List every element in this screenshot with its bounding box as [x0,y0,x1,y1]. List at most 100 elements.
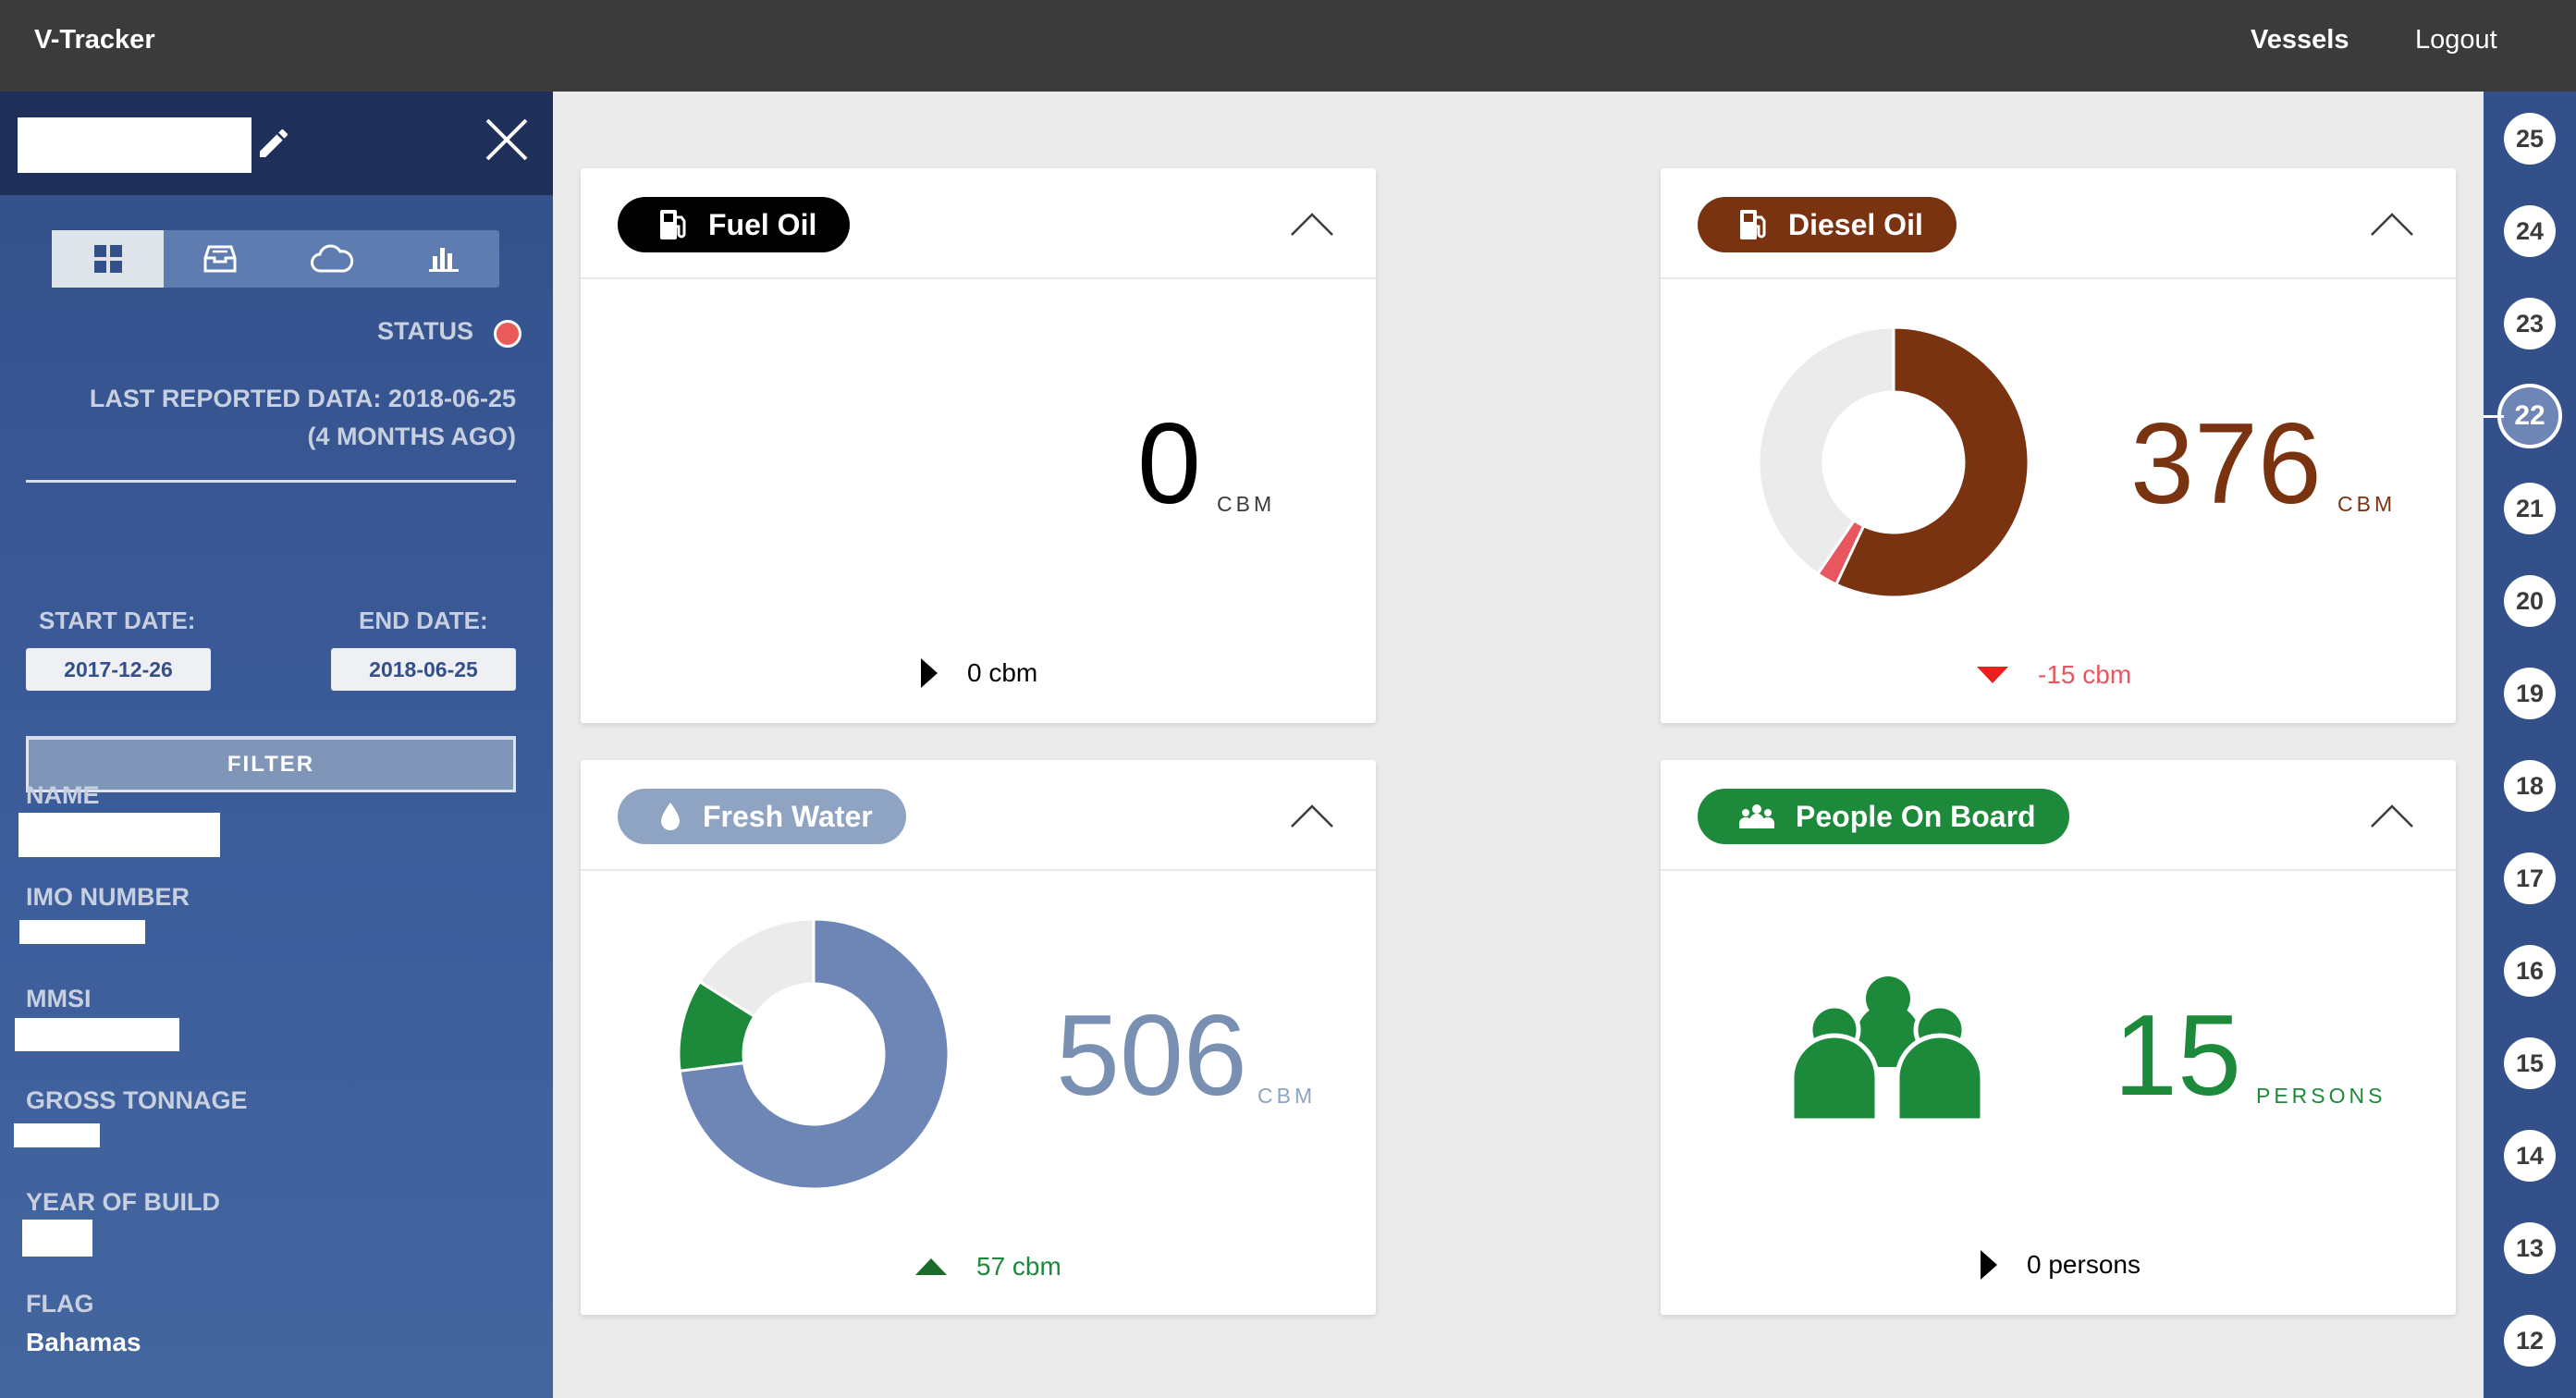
inbox-icon [203,245,236,273]
diesel-oil-pill: Diesel Oil [1698,197,1957,252]
tab-inbox[interactable] [164,230,276,288]
flag-value: Bahamas [26,1328,141,1356]
card-header: Fresh Water [581,760,1376,871]
people-on-board-title: People On Board [1796,799,2036,833]
triangle-down-icon [1975,665,2010,685]
diesel-oil-donut-chart [1759,327,2029,597]
last-reported-age: (4 MONTHS AGO) [307,423,517,450]
end-date-input[interactable] [331,648,516,691]
triangle-right-icon [919,656,939,690]
fresh-water-value: 506 [1056,992,1247,1120]
fuel-oil-unit: CBM [1217,492,1276,516]
chevron-up-icon[interactable] [2369,205,2415,242]
diesel-oil-delta: -15 cbm [1975,660,2131,690]
fuel-oil-card: Fuel Oil 0 CBM 0 cbm [581,168,1376,723]
timeline-day[interactable]: 22 [2497,384,2562,448]
start-date-label: START DATE: [39,607,196,634]
triangle-up-icon [914,1257,949,1277]
timeline-day[interactable]: 18 [2504,760,2556,812]
timeline-day[interactable]: 20 [2504,575,2556,627]
fuel-oil-delta: 0 cbm [919,656,1037,690]
group-icon [1738,803,1775,830]
bar-chart-icon [428,248,459,272]
water-drop-icon [658,801,682,832]
fresh-water-delta: 57 cbm [914,1252,1061,1282]
view-tabs [52,230,499,288]
diesel-oil-card: Diesel Oil 376 CBM -15 cbm [1661,168,2456,723]
year-of-build-label: YEAR OF BUILD [26,1188,221,1216]
people-on-board-card: People On Board 15 PERSONS 0 persons [1661,760,2456,1315]
timeline-day[interactable]: 24 [2504,205,2556,257]
timeline-day[interactable]: 25 [2504,113,2556,165]
people-on-board-delta: 0 persons [1979,1248,2141,1282]
cloud-icon [310,244,353,273]
mmsi-value [15,1018,179,1051]
tab-dashboard[interactable] [52,230,164,288]
fresh-water-donut-chart [679,919,949,1189]
sidebar-header [0,92,553,195]
timeline-day[interactable]: 14 [2504,1130,2556,1182]
tab-charts[interactable] [387,230,499,288]
end-date-label: END DATE: [359,607,488,634]
timeline-marker [2484,415,2504,418]
gross-tonnage-value [14,1123,100,1147]
people-on-board-value: 15 [2114,992,2241,1120]
fuel-oil-delta-text: 0 cbm [967,658,1038,687]
card-header: Fuel Oil [581,168,1376,279]
tab-weather[interactable] [276,230,387,288]
triangle-right-icon [1979,1248,1999,1282]
fresh-water-delta-text: 57 cbm [976,1252,1061,1281]
imo-label: IMO NUMBER [26,883,190,911]
chevron-up-icon[interactable] [2369,797,2415,834]
fuel-oil-value: 0 [1137,400,1201,528]
fuel-oil-title: Fuel Oil [708,207,817,241]
year-of-build-value [22,1220,92,1257]
chevron-up-icon[interactable] [1289,205,1335,242]
timeline-day[interactable]: 17 [2504,852,2556,904]
app-title[interactable]: V-Tracker [34,25,155,55]
name-label: NAME [26,781,100,809]
fresh-water-pill: Fresh Water [618,789,906,844]
timeline-day[interactable]: 19 [2504,668,2556,719]
filter-button[interactable]: FILTER [26,737,516,792]
imo-value [19,920,145,944]
timeline-day[interactable]: 13 [2504,1222,2556,1274]
vessel-sidebar: STATUS LAST REPORTED DATA: 2018-06-25 (4… [0,92,553,1398]
chevron-up-icon[interactable] [1289,797,1335,834]
close-icon[interactable] [483,116,531,164]
gross-tonnage-label: GROSS TONNAGE [26,1086,248,1114]
timeline-day[interactable]: 16 [2504,945,2556,997]
card-header: People On Board [1661,760,2456,871]
timeline-day[interactable]: 23 [2504,298,2556,350]
name-value [18,813,220,857]
fuel-oil-pill: Fuel Oil [618,197,851,252]
flag-label: FLAG [26,1290,94,1318]
nav-logout-link[interactable]: Logout [2415,25,2497,55]
nav-vessels-link[interactable]: Vessels [2251,25,2349,55]
status-label: STATUS [377,317,473,345]
timeline-day[interactable]: 21 [2504,483,2556,534]
fresh-water-unit: CBM [1257,1084,1317,1108]
diesel-oil-title: Diesel Oil [1788,207,1923,241]
divider [26,480,516,483]
fuel-pump-icon [1738,208,1768,241]
fresh-water-title: Fresh Water [703,799,873,833]
people-on-board-unit: PERSONS [2256,1084,2386,1108]
day-timeline: 25 24 23 22 21 20 19 18 17 16 15 14 13 12 [2484,92,2576,1398]
card-header: Diesel Oil [1661,168,2456,279]
vessel-name-input[interactable] [18,117,251,173]
diesel-oil-unit: CBM [2337,492,2397,516]
dashboard-icon [93,245,122,273]
fresh-water-card: Fresh Water 506 CBM 57 cbm [581,760,1376,1315]
timeline-day[interactable]: 15 [2504,1037,2556,1089]
start-date-input[interactable] [26,648,211,691]
mmsi-label: MMSI [26,985,92,1012]
people-on-board-delta-text: 0 persons [2027,1250,2141,1279]
diesel-oil-value: 376 [2130,400,2322,528]
last-reported-text: LAST REPORTED DATA: 2018-06-25 (4 MONTHS… [28,380,516,456]
timeline-day[interactable]: 12 [2504,1315,2556,1367]
fuel-pump-icon [658,208,688,241]
diesel-oil-delta-text: -15 cbm [2038,660,2132,689]
pencil-icon[interactable] [255,125,292,162]
last-reported-date: LAST REPORTED DATA: 2018-06-25 [89,385,516,412]
